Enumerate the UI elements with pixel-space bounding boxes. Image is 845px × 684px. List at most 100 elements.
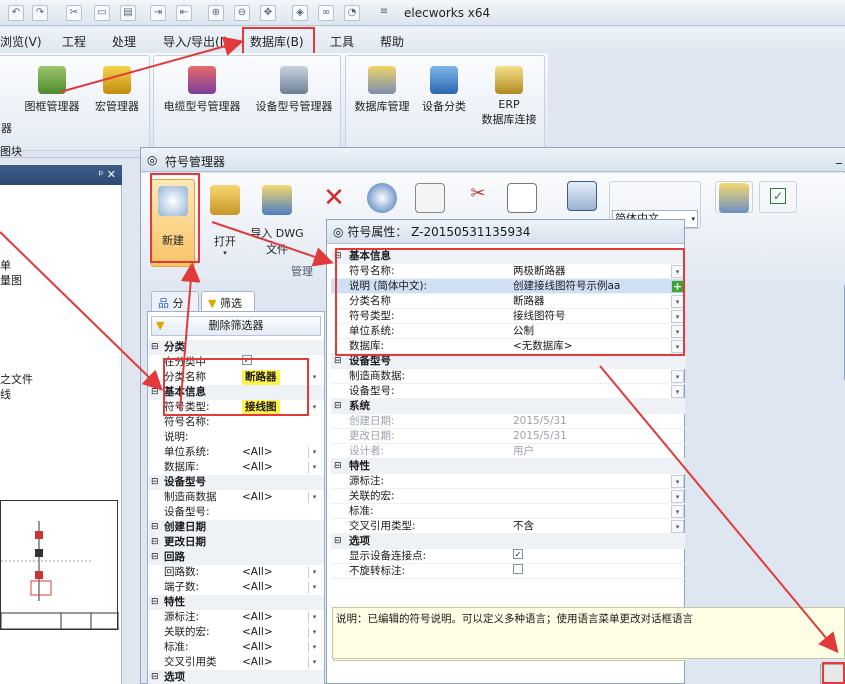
filter-value[interactable]: <All> [242, 565, 273, 580]
pan-icon[interactable]: ✥ [260, 5, 276, 21]
database-manager-button[interactable]: 数据库管理 [348, 66, 416, 114]
collapse-icon[interactable]: ⊟ [334, 459, 342, 474]
filter-section[interactable]: ⊟ 更改日期 [148, 535, 324, 550]
property-section[interactable]: ⊟ 设备型号 [331, 354, 686, 369]
property-checkbox[interactable] [513, 564, 523, 574]
filter-row[interactable]: 关联的宏: <All> ▾ [148, 625, 324, 640]
navigate-icon[interactable]: ◈ [292, 5, 308, 21]
zoom-in-icon[interactable]: ⊕ [208, 5, 224, 21]
property-section[interactable]: ⊟ 特性 [331, 459, 686, 474]
customize-dropdown-icon[interactable]: ≡ [376, 5, 392, 21]
property-row[interactable]: 不旋转标注: [331, 564, 686, 579]
frame-manager-button[interactable]: 图框管理器 [19, 66, 85, 114]
filter-row[interactable]: 数据库: <All> ▾ [148, 460, 324, 475]
import-dwg-button[interactable]: 导入 DWG 文件 [249, 185, 305, 257]
collapse-icon[interactable]: ⊟ [151, 535, 159, 550]
menu-view[interactable]: 浏览(V) [0, 33, 42, 50]
filter-row[interactable]: 端子数: <All> ▾ [148, 580, 324, 595]
property-row[interactable]: 更改日期: 2015/5/31 [331, 429, 686, 444]
left-item-4[interactable]: 线 [0, 386, 11, 402]
paste-icon[interactable]: ▤ [120, 5, 136, 21]
export-icon[interactable]: ⇤ [176, 5, 192, 21]
property-row[interactable]: 制造商数据: ▾ [331, 369, 686, 384]
erp-connection-button[interactable]: ERP 数据库连接 [474, 66, 544, 127]
filter-value[interactable]: <All> [242, 580, 273, 595]
filter-value[interactable]: <All> [242, 445, 273, 460]
timer-icon[interactable]: ◔ [344, 5, 360, 21]
dropdown-icon[interactable]: ▾ [308, 447, 320, 458]
menu-tools[interactable]: 工具 [330, 33, 354, 50]
filter-section[interactable]: ⊟ 特性 [148, 595, 324, 610]
property-row[interactable]: 关联的宏: ▾ [331, 489, 686, 504]
filter-row[interactable]: 制造商数据 <All> ▾ [148, 490, 324, 505]
property-value[interactable]: 2015/5/31 [513, 429, 567, 444]
document-button[interactable] [507, 183, 537, 213]
menu-process[interactable]: 处理 [112, 33, 136, 50]
collapse-icon[interactable]: ⊟ [151, 550, 159, 565]
filter-section[interactable]: ⊟ 创建日期 [148, 520, 324, 535]
filter-row[interactable]: 回路数: <All> ▾ [148, 565, 324, 580]
binoculars-icon[interactable]: ∞ [318, 5, 334, 21]
macro-manager-button[interactable]: 宏管理器 [89, 66, 145, 114]
filter-value[interactable]: <All> [242, 625, 273, 640]
dropdown-icon[interactable]: ▾ [671, 490, 684, 503]
property-row[interactable]: 设备型号: ▾ [331, 384, 686, 399]
collapse-icon[interactable]: ⊟ [151, 595, 159, 610]
filter-value[interactable]: <All> [242, 490, 273, 505]
dropdown-icon[interactable]: ▾ [671, 385, 684, 398]
dropdown-icon[interactable]: ▾ [308, 612, 320, 623]
dropdown-icon[interactable]: ▾ [671, 475, 684, 488]
drawing-thumbnail[interactable] [0, 500, 120, 630]
filter-row[interactable]: 单位系统: <All> ▾ [148, 445, 324, 460]
ok-button[interactable]: ✓ [759, 181, 797, 213]
cut-symbol-button[interactable]: ✂ [463, 183, 493, 204]
device-classification-button[interactable]: 设备分类 [416, 66, 472, 114]
collapse-icon[interactable]: ⊟ [151, 385, 159, 400]
dropdown-icon[interactable]: ▾ [308, 657, 320, 668]
property-checkbox[interactable]: ✓ [513, 549, 523, 559]
symbol-preview-button[interactable] [413, 183, 447, 213]
redo-icon[interactable]: ↷ [32, 5, 48, 21]
report-button[interactable] [565, 181, 599, 211]
filter-section[interactable]: ⊟ 设备型号 [148, 475, 324, 490]
property-value[interactable]: 2015/5/31 [513, 414, 567, 429]
menu-help[interactable]: 帮助 [380, 33, 404, 50]
property-value[interactable]: 不含 [513, 519, 534, 534]
filter-value[interactable]: <All> [242, 640, 273, 655]
zoom-out-icon[interactable]: ⊖ [234, 5, 250, 21]
dropdown-icon[interactable]: ▾ [308, 462, 320, 473]
tab-filter[interactable]: ▼ 筛选 [201, 291, 255, 311]
tab-classify[interactable]: 品 分类 [151, 291, 199, 326]
collapse-icon[interactable]: ⊟ [151, 340, 159, 355]
property-row[interactable]: 显示设备连接点: ✓ [331, 549, 686, 564]
collapse-icon[interactable]: ⊟ [334, 354, 342, 369]
filter-value[interactable]: <All> [242, 460, 273, 475]
filter-row[interactable]: 设备型号: [148, 505, 324, 520]
property-section[interactable]: ⊟ 选项 [331, 534, 686, 549]
minimize-button[interactable]: _ [836, 150, 842, 164]
filter-section[interactable]: ⊟ 选项 [148, 670, 324, 684]
dropdown-icon[interactable]: ▾ [671, 370, 684, 383]
open-button[interactable]: 打开 ▾ [203, 185, 247, 257]
dropdown-icon[interactable]: ▾ [671, 520, 684, 533]
filter-row[interactable]: 说明: [148, 430, 324, 445]
property-row[interactable]: 创建日期: 2015/5/31 [331, 414, 686, 429]
property-row[interactable]: 交叉引用类型: 不含 ▾ [331, 519, 686, 534]
window-button[interactable] [715, 181, 753, 213]
cut-icon[interactable]: ✂ [66, 5, 82, 21]
filter-row[interactable]: 源标注: <All> ▾ [148, 610, 324, 625]
collapse-icon[interactable]: ⊟ [334, 534, 342, 549]
property-value[interactable]: 用户 [513, 444, 534, 459]
collapse-icon[interactable]: ⊟ [151, 475, 159, 490]
property-row[interactable]: 设计者: 用户 [331, 444, 686, 459]
copy-icon[interactable]: ▭ [94, 5, 110, 21]
undo-icon[interactable]: ↶ [8, 5, 24, 21]
menu-project[interactable]: 工程 [62, 33, 86, 50]
left-item-1[interactable]: 单 [0, 257, 11, 273]
collapse-icon[interactable]: ⊟ [151, 520, 159, 535]
dropdown-icon[interactable]: ▾ [308, 627, 320, 638]
left-item-3[interactable]: 之文件 [0, 371, 33, 387]
dropdown-icon[interactable]: ▾ [308, 492, 320, 503]
collapse-icon[interactable]: ⊟ [151, 670, 159, 684]
device-model-manager-button[interactable]: 设备型号管理器 [248, 66, 340, 114]
